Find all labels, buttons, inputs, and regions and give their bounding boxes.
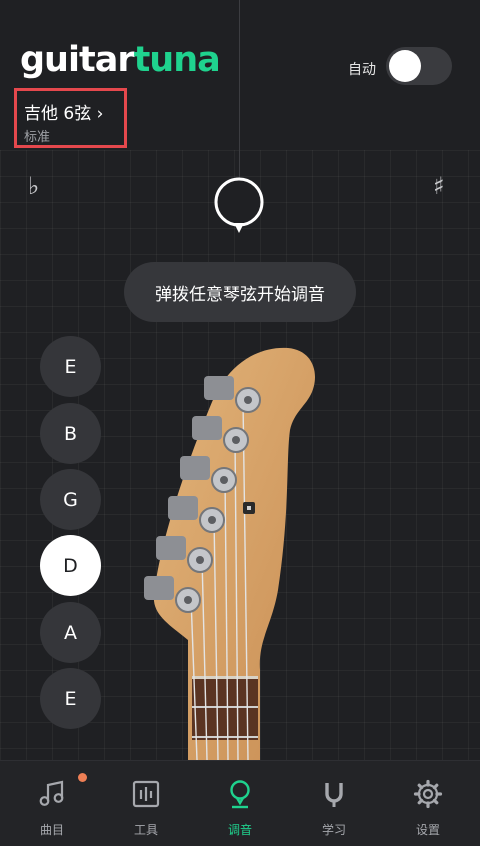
tuner-needle-icon <box>214 177 264 233</box>
auto-mode-toggle[interactable] <box>386 47 452 85</box>
bottom-tab-bar: 曲目 工具 调音 学习 设置 <box>0 760 480 846</box>
tuning-subtitle: 标准 <box>24 130 51 145</box>
tuner-icon <box>230 780 250 809</box>
tab-label-tuner: 调音 <box>227 823 252 837</box>
tab-label-settings: 设置 <box>415 823 440 837</box>
tab-label-tools: 工具 <box>133 823 158 837</box>
tools-icon <box>132 780 160 808</box>
string-button-g[interactable]: G <box>40 469 101 530</box>
toggle-knob <box>389 50 421 82</box>
flat-icon: ♭ <box>28 172 40 200</box>
tuning-selector[interactable]: 吉他 6弦 › 标准 <box>14 88 127 148</box>
logo-guitar-text: guitar <box>20 40 135 80</box>
app-logo: guitartuna <box>20 40 221 80</box>
sharp-icon: ♯ <box>433 172 445 200</box>
tab-label-learn: 学习 <box>321 823 346 837</box>
tab-tools[interactable]: 工具 <box>98 761 194 846</box>
tab-settings[interactable]: 设置 <box>380 761 476 846</box>
string-button-a[interactable]: A <box>40 602 101 663</box>
notification-badge <box>78 773 87 782</box>
tuning-name-text: 吉他 6弦 <box>24 104 92 124</box>
guitar-headstock-image <box>144 347 315 760</box>
chevron-right-icon: › <box>96 104 104 124</box>
string-button-b[interactable]: B <box>40 403 101 464</box>
logo-tuna-text: tuna <box>133 40 221 80</box>
pluck-hint-bubble: 弹拨任意琴弦开始调音 <box>124 262 356 322</box>
tab-learn[interactable]: 学习 <box>286 761 382 846</box>
gear-icon <box>413 779 443 809</box>
music-note-icon <box>39 780 64 806</box>
tab-tuner[interactable]: 调音 <box>192 761 288 846</box>
auto-mode-label: 自动 <box>348 62 376 78</box>
string-button-d[interactable]: D <box>40 535 101 596</box>
tab-songs[interactable]: 曲目 <box>4 761 100 846</box>
magnet-icon <box>325 783 343 807</box>
tuner-center-line <box>239 0 240 180</box>
string-button-e-high[interactable]: E <box>40 336 101 397</box>
string-button-e-low[interactable]: E <box>40 668 101 729</box>
tuning-name: 吉他 6弦 › <box>24 99 103 124</box>
tab-label-songs: 曲目 <box>39 823 64 837</box>
